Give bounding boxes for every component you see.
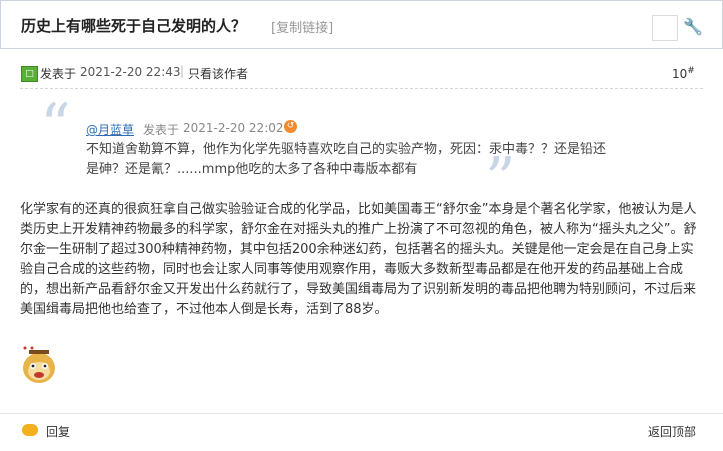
- quote-posted-label: 发表于: [143, 123, 180, 137]
- thread-title: 历史上有哪些死于自己发明的人？: [21, 17, 247, 35]
- post-date: 2021-2-20 22:43: [80, 65, 181, 79]
- reply-icon[interactable]: [22, 424, 38, 436]
- toolbar-box-button[interactable]: [652, 15, 678, 41]
- quote-open-icon: “: [40, 91, 71, 161]
- footer-divider: [0, 413, 723, 414]
- quote-text: 不知道舍勒算不算，他作为化学先驱特喜欢吃自己的实验产物，死因：汞中毒？？还是铅还…: [86, 142, 607, 177]
- floor-number[interactable]: 10#: [672, 66, 695, 81]
- thread-title-bar: 历史上有哪些死于自己发明的人？ [复制链接] 🔧: [0, 0, 723, 49]
- copy-link[interactable]: [复制链接]: [271, 17, 333, 36]
- wrench-icon[interactable]: 🔧: [681, 15, 705, 39]
- posted-label: 发表于: [40, 67, 77, 81]
- post-body: 化学家有的还真的很疯狂拿自己做实验验证合成的化学品，比如美国毒王“舒尔金”本身是…: [20, 202, 697, 317]
- quote-jump-icon[interactable]: ↺: [284, 120, 297, 133]
- floor-suffix: #: [687, 66, 695, 76]
- floor-value: 10: [672, 67, 688, 81]
- emoji-sticker: [23, 346, 55, 383]
- post-divider: [20, 88, 703, 89]
- post-icon: □: [21, 66, 38, 82]
- only-author-link[interactable]: 只看该作者: [188, 65, 248, 82]
- reply-button[interactable]: 回复: [46, 423, 70, 440]
- back-to-top-link[interactable]: 返回顶部: [648, 423, 696, 440]
- separator: |: [180, 64, 185, 78]
- quote-user-link[interactable]: @月蓝草: [86, 121, 134, 138]
- quote-date: 2021-2-20 22:02: [183, 121, 284, 135]
